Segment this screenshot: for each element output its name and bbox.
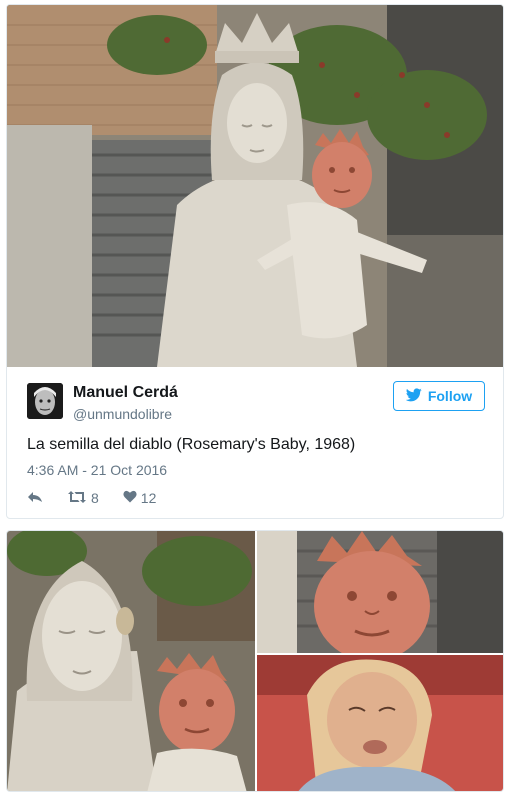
display-name[interactable]: Manuel Cerdá <box>73 384 178 402</box>
grid-photo-statue[interactable] <box>7 531 255 791</box>
embedded-tweet: Manuel Cerdá @unmundolibre Follow La sem… <box>6 4 504 519</box>
tweet-timestamp[interactable]: 4:36 AM - 21 Oct 2016 <box>27 462 167 478</box>
heart-icon <box>123 490 137 506</box>
twitter-bird-icon <box>405 387 422 405</box>
grid-photo-person[interactable] <box>257 655 503 791</box>
follow-button[interactable]: Follow <box>393 381 485 411</box>
grid-photo-closeup[interactable] <box>257 531 503 653</box>
reply-button[interactable] <box>27 490 43 507</box>
photo-grid <box>6 530 504 792</box>
like-button[interactable]: 12 <box>123 490 157 506</box>
like-count: 12 <box>140 490 157 506</box>
retweet-button[interactable]: 8 <box>67 490 99 507</box>
tweet-actions: 8 12 <box>27 489 180 507</box>
screen-name[interactable]: @unmundolibre <box>73 406 172 422</box>
tweet-text: La semilla del diablo (Rosemary's Baby, … <box>27 436 356 453</box>
tweet-photo[interactable] <box>7 5 503 367</box>
retweet-icon <box>67 490 87 507</box>
tweet-body: Manuel Cerdá @unmundolibre Follow La sem… <box>7 367 503 518</box>
follow-label: Follow <box>427 388 473 404</box>
retweet-count: 8 <box>91 490 99 506</box>
reply-icon <box>27 490 43 507</box>
avatar[interactable] <box>27 383 63 419</box>
